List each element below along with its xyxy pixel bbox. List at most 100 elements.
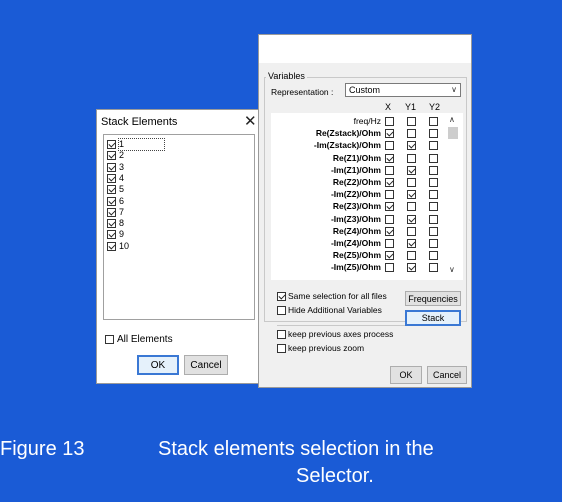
checkbox-icon[interactable] (107, 140, 116, 149)
keep-axes-label: keep previous axes process (288, 329, 394, 339)
list-item[interactable]: 6 (107, 196, 124, 207)
checkbox-x[interactable] (385, 263, 394, 273)
checkbox-y1[interactable] (407, 178, 416, 187)
checkbox-y1[interactable] (407, 214, 416, 224)
table-row: -Im(Z5)/Ohm (271, 261, 456, 273)
checkbox-x[interactable] (385, 178, 394, 187)
same-selection-label: Same selection for all files (288, 291, 387, 301)
checkbox-y2[interactable] (429, 165, 438, 175)
checkbox-y1[interactable] (407, 202, 416, 212)
stack-ok-button[interactable]: OK (137, 355, 179, 375)
list-item[interactable]: 4 (107, 173, 124, 184)
variable-list: ∧ ∨ freq/Hz Re(Zstack)/Ohm -Im(Zstack)/Ohm… (271, 113, 463, 280)
table-row: Re(Z5)/Ohm (271, 249, 456, 261)
checkbox-y2[interactable] (429, 214, 438, 224)
checkbox-y2[interactable] (429, 141, 438, 151)
list-item[interactable]: 3 (107, 162, 124, 173)
stack-button[interactable]: Stack (405, 310, 461, 326)
column-header-x: X (385, 102, 392, 112)
list-item[interactable]: 5 (107, 184, 124, 195)
checkbox-y1[interactable] (407, 239, 416, 248)
keep-zoom-checkbox[interactable]: keep previous zoom (277, 343, 364, 353)
stack-elements-dialog: Stack Elements ✕ 1 2 3 4 5 6 7 8 9 10 All Element… (96, 109, 262, 384)
representation-select[interactable]: Custom ∨ (345, 83, 461, 97)
checkbox-icon[interactable] (277, 343, 286, 353)
checkbox-y2[interactable] (429, 202, 438, 212)
checkbox-x[interactable] (385, 226, 394, 236)
list-item[interactable]: 7 (107, 207, 124, 218)
checkbox-y2[interactable] (429, 251, 438, 261)
checkbox-y1[interactable] (407, 251, 416, 261)
checkbox-y1[interactable] (407, 190, 416, 200)
checkbox-x[interactable] (385, 141, 394, 151)
checkbox-y2[interactable] (429, 239, 438, 248)
stack-cancel-button[interactable]: Cancel (184, 355, 228, 375)
close-icon[interactable]: ✕ (244, 112, 257, 130)
variable-name: -Im(Z5)/Ohm (330, 262, 381, 273)
checkbox-x[interactable] (385, 202, 394, 212)
list-item-label: 9 (119, 229, 125, 240)
checkbox-icon[interactable] (107, 196, 116, 206)
checkbox-x[interactable] (385, 190, 394, 200)
checkbox-y2[interactable] (429, 190, 438, 200)
checkbox-icon[interactable] (107, 162, 116, 172)
table-row: Re(Zstack)/Ohm (271, 127, 456, 139)
chevron-down-icon[interactable]: ∨ (451, 84, 457, 96)
checkbox-y2[interactable] (429, 117, 438, 126)
hide-additional-checkbox[interactable]: Hide Additional Variables (277, 305, 382, 315)
checkbox-y1[interactable] (407, 141, 416, 151)
checkbox-y2[interactable] (429, 153, 438, 163)
checkbox-icon[interactable] (107, 230, 116, 240)
all-elements-checkbox[interactable]: All Elements (105, 334, 173, 345)
table-row: Re(Z3)/Ohm (271, 200, 456, 212)
checkbox-icon[interactable] (107, 185, 116, 195)
keep-zoom-label: keep previous zoom (288, 343, 365, 353)
checkbox-x[interactable] (385, 129, 394, 139)
table-row: Re(Z4)/Ohm (271, 225, 456, 237)
list-item-label: 2 (119, 150, 125, 161)
checkbox-x[interactable] (385, 117, 394, 126)
list-item[interactable]: 1 (107, 138, 166, 151)
checkbox-icon[interactable] (107, 173, 116, 183)
checkbox-icon[interactable] (107, 207, 116, 217)
list-item[interactable]: 2 (107, 150, 124, 161)
divider (277, 325, 407, 326)
checkbox-y2[interactable] (429, 226, 438, 236)
checkbox-icon[interactable] (105, 335, 114, 344)
stack-dialog-title: Stack Elements (101, 116, 178, 128)
checkbox-y1[interactable] (407, 117, 416, 126)
checkbox-y2[interactable] (429, 129, 438, 139)
keep-axes-checkbox[interactable]: keep previous axes process (277, 329, 393, 339)
selector-cancel-button[interactable]: Cancel (427, 366, 467, 384)
frequencies-button[interactable]: Frequencies (405, 291, 461, 306)
list-item[interactable]: 8 (107, 218, 124, 229)
checkbox-y1[interactable] (407, 263, 416, 273)
selector-ok-button[interactable]: OK (390, 366, 422, 384)
checkbox-y1[interactable] (407, 226, 416, 236)
same-selection-checkbox[interactable]: Same selection for all files (277, 291, 387, 301)
checkbox-icon[interactable] (277, 291, 286, 301)
variable-name: freq/Hz (353, 116, 381, 126)
checkbox-icon[interactable] (277, 329, 286, 339)
checkbox-y2[interactable] (429, 178, 438, 187)
list-item-label: 4 (119, 172, 125, 183)
list-item[interactable]: 10 (107, 241, 129, 252)
checkbox-y2[interactable] (429, 263, 438, 273)
all-elements-label: All Elements (117, 334, 173, 345)
checkbox-icon[interactable] (277, 305, 286, 315)
selector-dialog: Variables Representation : Custom ∨ X Y1… (258, 34, 472, 388)
checkbox-x[interactable] (385, 214, 394, 224)
caption-line-2: Selector. (296, 465, 374, 487)
table-row: -Im(Z2)/Ohm (271, 188, 456, 200)
checkbox-x[interactable] (385, 251, 394, 261)
checkbox-y1[interactable] (407, 153, 416, 163)
checkbox-y1[interactable] (407, 165, 416, 175)
checkbox-x[interactable] (385, 239, 394, 248)
checkbox-x[interactable] (385, 153, 394, 163)
checkbox-icon[interactable] (107, 241, 116, 251)
checkbox-y1[interactable] (407, 129, 416, 139)
list-item[interactable]: 9 (107, 229, 124, 240)
checkbox-x[interactable] (385, 165, 394, 175)
checkbox-icon[interactable] (107, 219, 116, 229)
checkbox-icon[interactable] (107, 151, 116, 161)
